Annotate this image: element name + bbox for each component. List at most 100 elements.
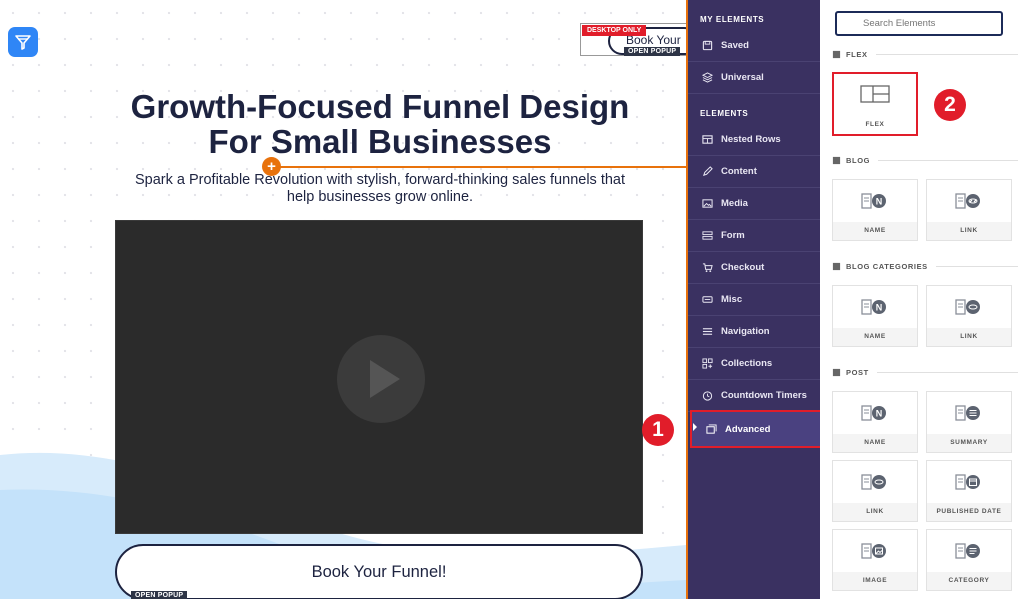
element-card-post-category[interactable]: CATEGORY xyxy=(926,529,1012,591)
category-checkout[interactable]: Checkout xyxy=(688,252,820,284)
link-element-icon xyxy=(861,474,886,490)
subtitle-line2: help businesses grow online. xyxy=(286,189,474,205)
card-label: LINK xyxy=(927,222,1011,240)
category-label: Form xyxy=(721,230,745,241)
group-blog-categories: BLOG CATEGORIES xyxy=(832,262,1018,271)
desktop-only-badge: DESKTOP ONLY xyxy=(582,25,647,36)
universal-icon xyxy=(702,72,713,83)
pen-icon xyxy=(703,166,713,176)
category-label: Universal xyxy=(721,72,764,83)
category-label: Countdown Timers xyxy=(721,390,807,401)
category-label: Saved xyxy=(721,40,749,51)
category-label: Media xyxy=(721,198,748,209)
category-label: Collections xyxy=(721,358,773,369)
group-icon xyxy=(832,368,841,377)
category-label: Content xyxy=(721,166,757,177)
hero-title-line1: Growth-Focused Funnel Design xyxy=(130,88,630,125)
link-element-icon xyxy=(955,299,980,315)
category-media[interactable]: Media xyxy=(688,188,820,220)
summary-element-icon xyxy=(955,405,980,421)
name-element-icon: N xyxy=(861,299,886,315)
svg-text:N: N xyxy=(876,303,883,313)
my-elements-heading: MY ELEMENTS xyxy=(700,15,765,24)
category-label: Navigation xyxy=(721,326,770,337)
step-badge-2: 2 xyxy=(934,89,966,121)
insert-row-line xyxy=(272,166,686,168)
active-arrow-icon xyxy=(693,423,697,431)
category-navigation[interactable]: Navigation xyxy=(688,316,820,348)
group-label: BLOG CATEGORIES xyxy=(846,262,928,271)
category-label: Checkout xyxy=(721,262,765,273)
group-icon xyxy=(832,50,841,59)
book-funnel-button[interactable]: Book Your Funnel! xyxy=(115,544,643,599)
nested-rows-icon xyxy=(702,135,713,144)
element-categories-panel: MY ELEMENTS Saved Universal ELEMENTS Nes… xyxy=(686,0,822,599)
link-element-icon xyxy=(955,193,980,209)
element-card-post-link[interactable]: LINK xyxy=(832,460,918,522)
group-icon xyxy=(832,156,841,165)
calendar-element-icon xyxy=(955,474,980,490)
element-card-flex[interactable]: FLEX xyxy=(832,72,918,136)
group-label: POST xyxy=(846,368,869,377)
element-card-post-published-date[interactable]: PUBLISHED DATE xyxy=(926,460,1012,522)
category-countdown-timers[interactable]: Countdown Timers xyxy=(688,380,820,412)
hero-title-line2: For Small Businesses xyxy=(208,123,552,160)
menu-icon xyxy=(702,328,713,335)
name-element-icon: N xyxy=(861,405,886,421)
name-element-icon: N xyxy=(861,193,886,209)
element-card-post-name[interactable]: N NAME xyxy=(832,391,918,453)
card-label: NAME xyxy=(833,222,917,240)
category-collections[interactable]: Collections xyxy=(688,348,820,380)
play-icon[interactable] xyxy=(337,335,425,423)
card-label: LINK xyxy=(833,503,917,521)
group-label: BLOG xyxy=(846,156,871,165)
element-card-blog-link[interactable]: LINK xyxy=(926,179,1012,241)
card-label: SUMMARY xyxy=(927,434,1011,452)
group-icon xyxy=(832,262,841,271)
card-label: PUBLISHED DATE xyxy=(927,503,1011,521)
elements-panel: FLEX FLEX BLOG N NAME LINK BLOG CATEGORI… xyxy=(820,0,1024,599)
svg-text:N: N xyxy=(876,197,883,207)
category-advanced[interactable]: Advanced xyxy=(690,410,822,448)
category-label: Advanced xyxy=(725,423,771,435)
media-icon xyxy=(702,199,713,208)
element-card-blog-name[interactable]: N NAME xyxy=(832,179,918,241)
element-card-post-summary[interactable]: SUMMARY xyxy=(926,391,1012,453)
svg-text:N: N xyxy=(876,409,883,419)
card-label: NAME xyxy=(833,434,917,452)
category-element-icon xyxy=(955,543,980,559)
card-label: FLEX xyxy=(834,116,916,134)
category-misc[interactable]: Misc xyxy=(688,284,820,316)
advanced-icon xyxy=(706,423,717,434)
app-logo[interactable] xyxy=(8,27,38,57)
element-card-category-name[interactable]: N NAME xyxy=(832,285,918,347)
group-blog: BLOG xyxy=(832,156,1018,165)
funnel-logo-icon xyxy=(15,35,31,50)
open-popup-tag-bottom: OPEN POPUP xyxy=(131,591,188,599)
group-flex: FLEX xyxy=(832,50,1018,59)
group-post: POST xyxy=(832,368,1018,377)
element-card-post-image[interactable]: IMAGE xyxy=(832,529,918,591)
card-label: IMAGE xyxy=(833,572,917,590)
elements-heading: ELEMENTS xyxy=(700,109,749,118)
hero-subtitle: Spark a Profitable Revolution with styli… xyxy=(110,172,650,206)
video-player[interactable] xyxy=(115,220,643,534)
search-elements-input[interactable] xyxy=(835,11,1003,36)
subtitle-line1: Spark a Profitable Revolution with styli… xyxy=(134,172,626,188)
hero-title: Growth-Focused Funnel Design For Small B… xyxy=(80,89,680,159)
image-element-icon xyxy=(861,543,886,559)
saved-icon xyxy=(702,40,713,51)
category-content[interactable]: Content xyxy=(688,156,820,188)
collections-icon xyxy=(702,358,713,369)
category-label: Misc xyxy=(721,294,743,305)
category-nested-rows[interactable]: Nested Rows xyxy=(688,124,820,156)
card-label: LINK xyxy=(927,328,1011,346)
category-universal[interactable]: Universal xyxy=(688,62,820,94)
category-form[interactable]: Form xyxy=(688,220,820,252)
element-card-category-link[interactable]: LINK xyxy=(926,285,1012,347)
timer-icon xyxy=(702,391,713,401)
category-saved[interactable]: Saved xyxy=(688,30,820,62)
card-label: NAME xyxy=(833,328,917,346)
cart-icon xyxy=(702,263,713,273)
category-label: Nested Rows xyxy=(721,134,781,145)
